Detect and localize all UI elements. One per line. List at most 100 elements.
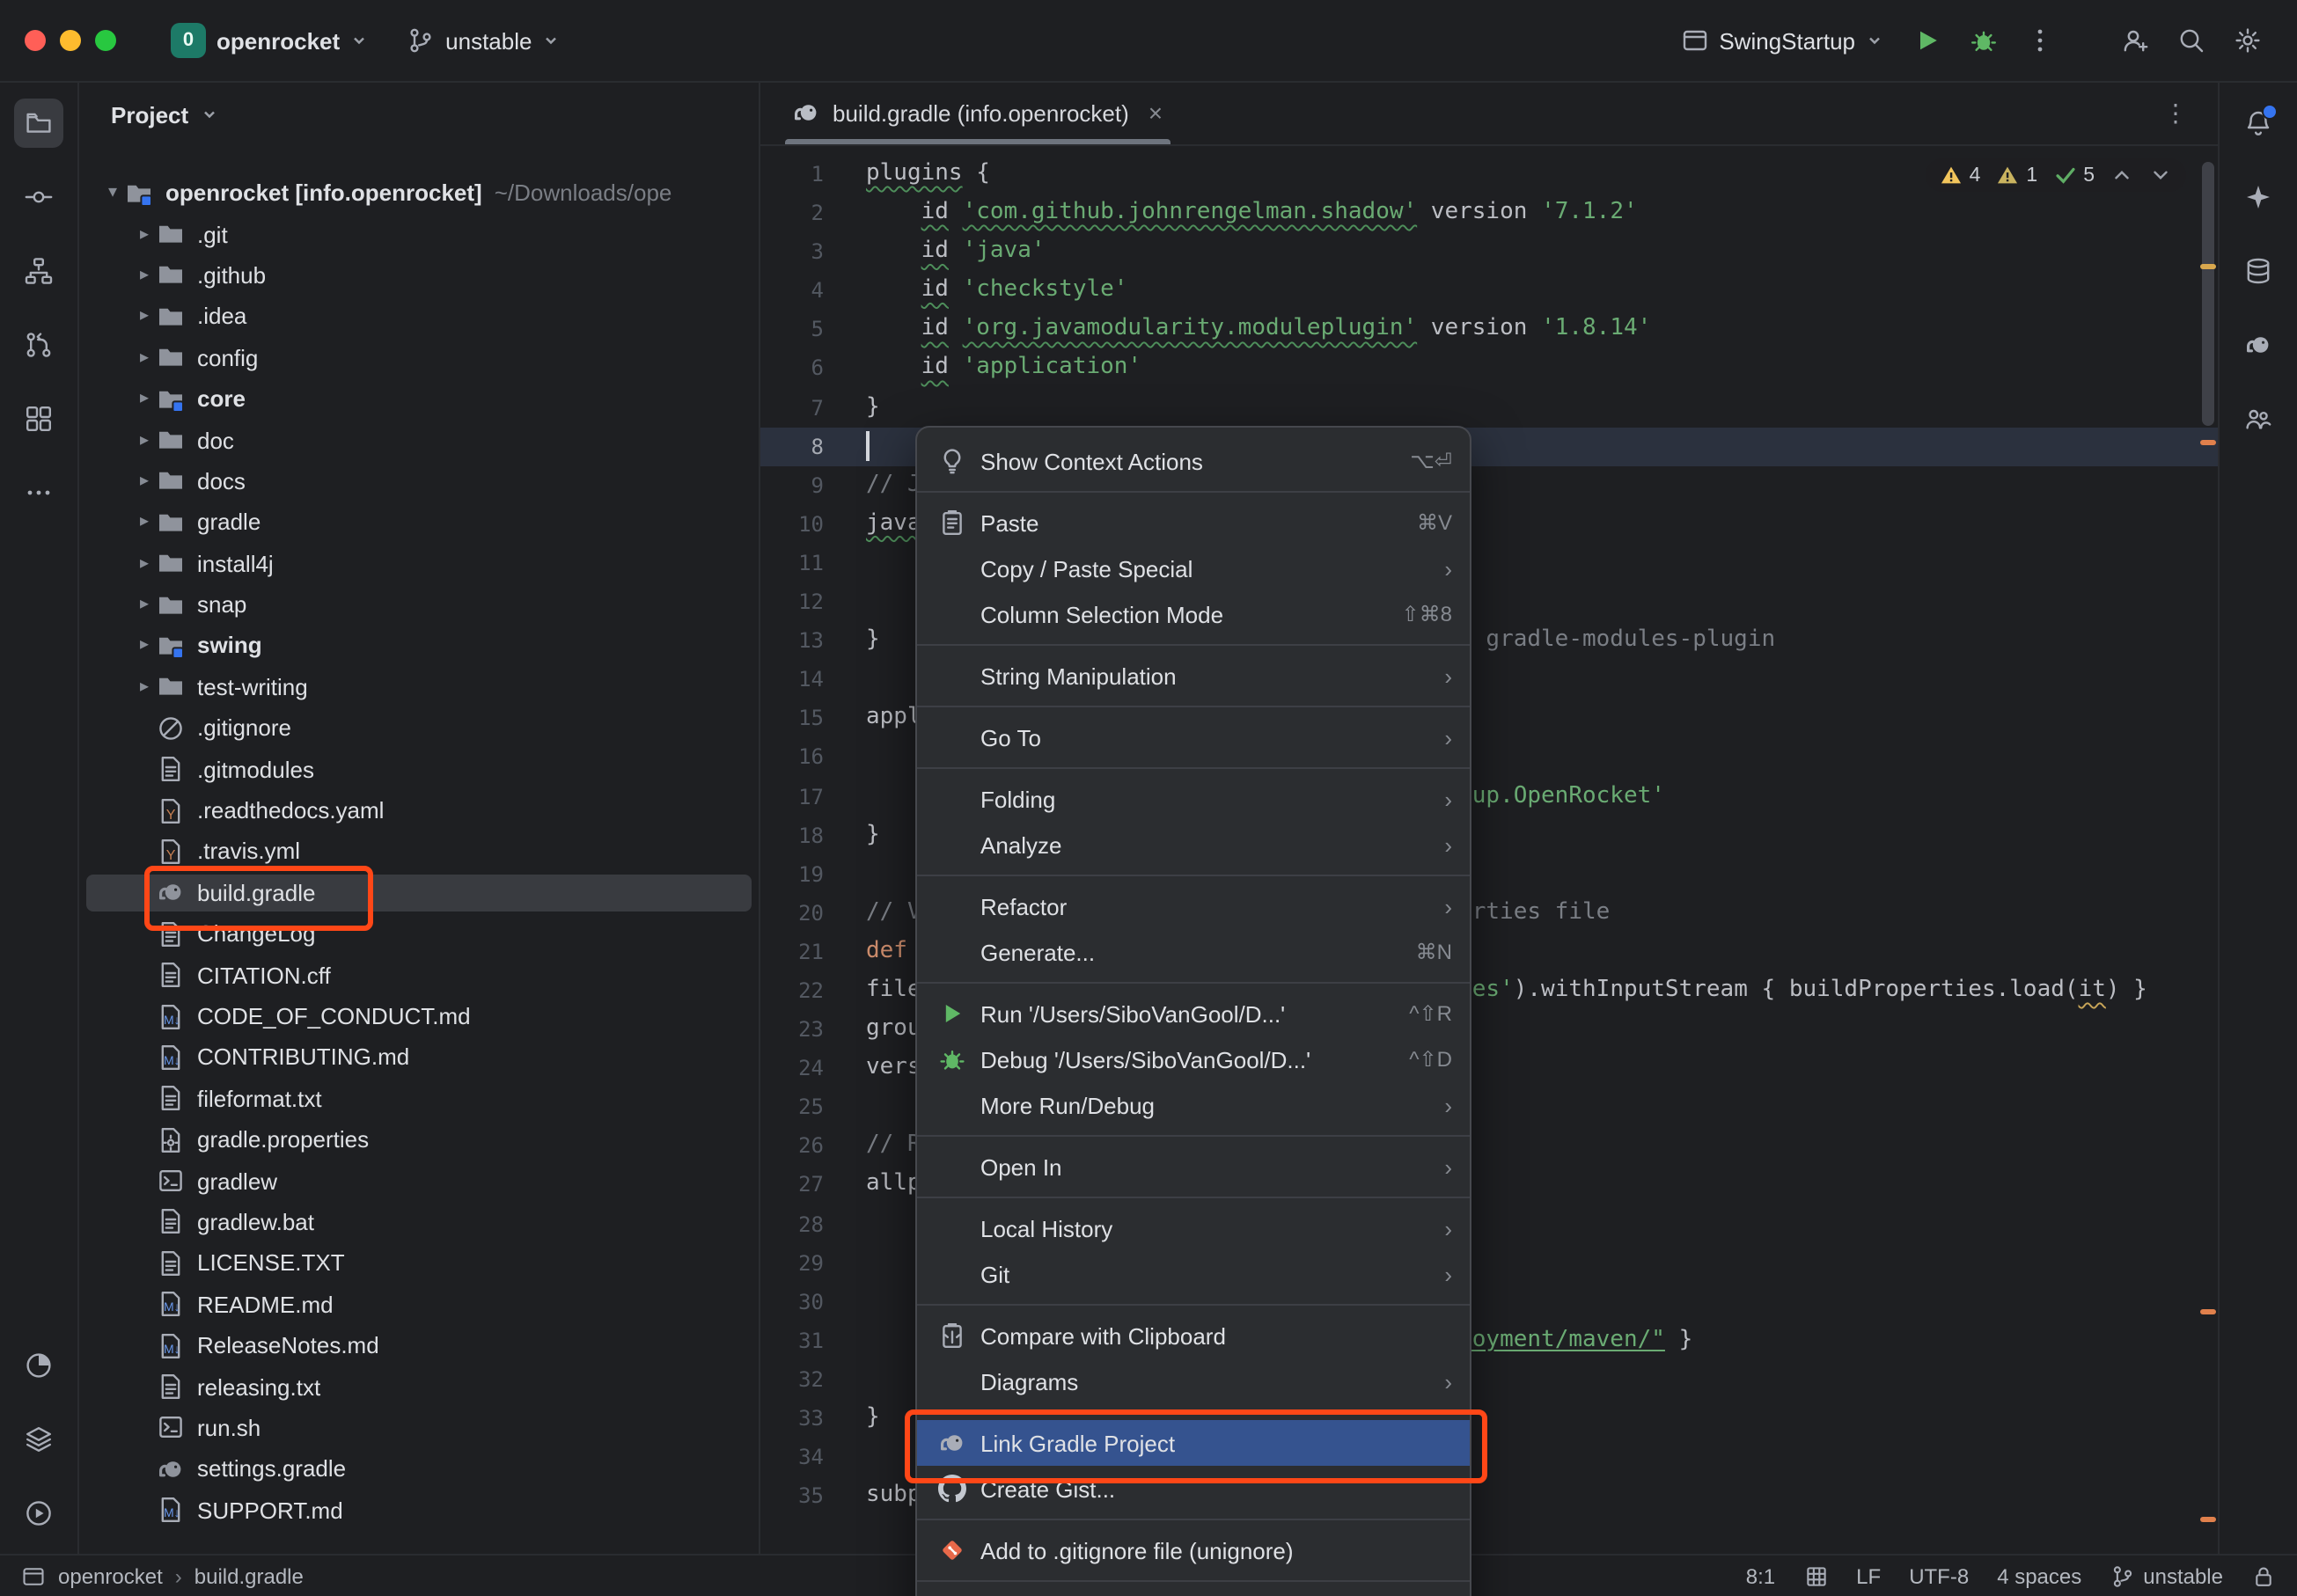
line-ending-widget[interactable]: LF (1856, 1563, 1881, 1588)
menu-item-git[interactable]: Git› (917, 1251, 1470, 1297)
chevron-right-icon[interactable]: ▸ (132, 389, 157, 408)
chevron-right-icon[interactable]: ▸ (132, 266, 157, 285)
line-number-8[interactable]: 8 (760, 427, 824, 465)
commit-tool-button[interactable] (14, 172, 63, 222)
menu-item-show-context-actions[interactable]: Show Context Actions⌥⏎ (917, 438, 1470, 484)
structure-tool-button[interactable] (14, 246, 63, 296)
chevron-right-icon[interactable]: ▸ (132, 677, 157, 697)
tree-item--github[interactable]: ▸.github (79, 255, 759, 297)
line-number-29[interactable]: 29 (760, 1243, 824, 1282)
tree-item-config[interactable]: ▸config (79, 337, 759, 378)
tree-item--travis-yml[interactable]: Y.travis.yml (79, 831, 759, 873)
line-number-13[interactable]: 13 (760, 621, 824, 660)
line-number-12[interactable]: 12 (760, 582, 824, 621)
analysis-mark[interactable] (2200, 1309, 2216, 1314)
more-tools-button[interactable] (14, 468, 63, 517)
tree-item-changelog[interactable]: ChangeLog (79, 913, 759, 955)
code-line-2[interactable]: id 'com.github.johnrengelman.shadow' ver… (866, 194, 2218, 232)
chevron-right-icon[interactable]: ▸ (132, 307, 157, 326)
line-number-6[interactable]: 6 (760, 349, 824, 388)
line-number-4[interactable]: 4 (760, 272, 824, 311)
code-with-me-button[interactable] (2234, 394, 2283, 443)
tree-item-swing[interactable]: ▸swing (79, 626, 759, 667)
grid-icon[interactable] (1803, 1563, 1828, 1588)
services-tool-button[interactable] (14, 1415, 63, 1464)
line-number-23[interactable]: 23 (760, 1010, 824, 1049)
run-button[interactable] (1903, 16, 1952, 65)
menu-item-go-to[interactable]: Go To› (917, 714, 1470, 760)
menu-item-link-gradle-project[interactable]: Link Gradle Project (917, 1420, 1470, 1466)
line-number-11[interactable]: 11 (760, 544, 824, 582)
menu-item-string-manipulation[interactable]: String Manipulation› (917, 653, 1470, 699)
line-number-31[interactable]: 31 (760, 1321, 824, 1360)
tree-item--readthedocs-yaml[interactable]: Y.readthedocs.yaml (79, 790, 759, 831)
tree-item-openrocket-info-openrocket-[interactable]: ▾openrocket [info.openrocket]~/Downloads… (79, 172, 759, 214)
tree-item-code-of-conduct-md[interactable]: M↓CODE_OF_CONDUCT.md (79, 996, 759, 1037)
debug-button[interactable] (1959, 16, 2008, 65)
settings-button[interactable] (2223, 16, 2272, 65)
menu-item-create-gist[interactable]: Create Gist... (917, 1466, 1470, 1512)
more-actions-button[interactable] (2015, 16, 2065, 65)
code-line-3[interactable]: id 'java' (866, 232, 2218, 271)
menu-item-generate[interactable]: Generate...⌘N (917, 929, 1470, 975)
tree-item-test-writing[interactable]: ▸test-writing (79, 666, 759, 707)
prev-problem-button[interactable] (2110, 164, 2133, 187)
chevron-right-icon[interactable]: ▸ (132, 430, 157, 450)
menu-item-debug-users-sibovangool-d[interactable]: Debug '/Users/SiboVanGool/D...'^⇧D (917, 1036, 1470, 1082)
line-number-24[interactable]: 24 (760, 1049, 824, 1087)
tree-item--git[interactable]: ▸.git (79, 214, 759, 255)
menu-item-refactor[interactable]: Refactor› (917, 883, 1470, 929)
line-number-16[interactable]: 16 (760, 738, 824, 777)
analysis-mark[interactable] (2200, 440, 2216, 445)
analysis-mark[interactable] (2200, 264, 2216, 269)
line-number-21[interactable]: 21 (760, 933, 824, 971)
code-line-4[interactable]: id 'checkstyle' (866, 272, 2218, 311)
indent-widget[interactable]: 4 spaces (1997, 1563, 2081, 1588)
menu-item-paste[interactable]: Paste⌘V (917, 500, 1470, 545)
chevron-down-icon[interactable]: ▾ (100, 183, 125, 202)
next-problem-button[interactable] (2149, 164, 2172, 187)
chevron-right-icon[interactable]: ▸ (132, 595, 157, 614)
caret-position-widget[interactable]: 8:1 (1746, 1563, 1775, 1588)
tree-item-license-txt[interactable]: LICENSE.TXT (79, 1242, 759, 1284)
line-number-17[interactable]: 17 (760, 777, 824, 816)
line-number-20[interactable]: 20 (760, 894, 824, 933)
tree-item-releasing-txt[interactable]: releasing.txt (79, 1366, 759, 1408)
menu-item-folding[interactable]: Folding› (917, 776, 1470, 822)
menu-item-copy-paste-special[interactable]: Copy / Paste Special› (917, 545, 1470, 591)
line-number-18[interactable]: 18 (760, 816, 824, 854)
close-window-button[interactable] (25, 30, 46, 51)
tree-item-readme-md[interactable]: M↓README.md (79, 1284, 759, 1325)
project-tool-button[interactable] (14, 99, 63, 148)
gradle-tool-button[interactable] (2234, 320, 2283, 370)
tree-item-install4j[interactable]: ▸install4j (79, 543, 759, 584)
line-number-3[interactable]: 3 (760, 232, 824, 271)
analysis-mark[interactable] (2200, 1517, 2216, 1522)
tree-item-docs[interactable]: ▸docs (79, 460, 759, 501)
ai-assistant-button[interactable] (2234, 172, 2283, 222)
line-number-10[interactable]: 10 (760, 505, 824, 544)
chevron-right-icon[interactable]: ▸ (132, 224, 157, 244)
tree-item-core[interactable]: ▸core (79, 378, 759, 420)
project-panel-header[interactable]: Project (79, 81, 759, 148)
tree-item-gradlew[interactable]: gradlew (79, 1160, 759, 1202)
code-with-me-button[interactable] (2110, 16, 2160, 65)
tree-item-run-sh[interactable]: run.sh (79, 1407, 759, 1448)
tree-item-fileformat-txt[interactable]: fileformat.txt (79, 1078, 759, 1119)
profiler-tool-button[interactable] (14, 1341, 63, 1390)
chevron-right-icon[interactable]: ▸ (132, 472, 157, 491)
line-number-9[interactable]: 9 (760, 466, 824, 505)
pull-requests-tool-button[interactable] (14, 320, 63, 370)
menu-item-add-to-gitignore-file-unignore[interactable]: Add to .gitignore file (unignore) (917, 1527, 1470, 1573)
tree-item--idea[interactable]: ▸.idea (79, 296, 759, 337)
chevron-right-icon[interactable]: ▸ (132, 513, 157, 532)
tree-item-contributing-md[interactable]: M↓CONTRIBUTING.md (79, 1036, 759, 1078)
editor-tab-build-gradle[interactable]: build.gradle (info.openrocket) × (774, 81, 1180, 144)
line-number-7[interactable]: 7 (760, 388, 824, 427)
branch-widget[interactable]: unstable (394, 19, 572, 62)
tree-item-settings-gradle[interactable]: settings.gradle (79, 1448, 759, 1490)
database-tool-button[interactable] (2234, 246, 2283, 296)
tree-item-releasenotes-md[interactable]: M↓ReleaseNotes.md (79, 1325, 759, 1366)
tree-item-doc[interactable]: ▸doc (79, 420, 759, 461)
line-number-22[interactable]: 22 (760, 971, 824, 1010)
